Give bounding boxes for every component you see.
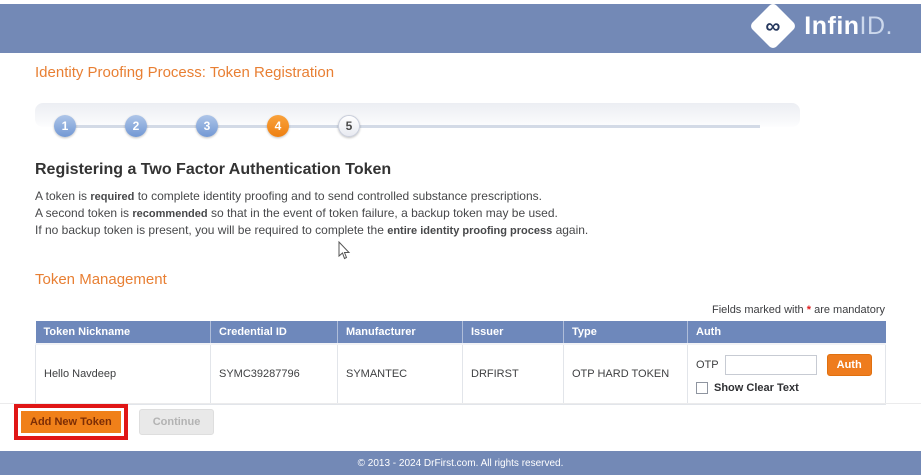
show-clear-text-checkbox[interactable] (696, 382, 708, 395)
stepper-track (35, 103, 800, 127)
step-2: 2 (125, 115, 147, 137)
header-bar: ∞ InfinID. (0, 1, 921, 53)
cell-credential-id: SYMC39287796 (210, 343, 338, 405)
cell-manufacturer: SYMANTEC (337, 343, 463, 405)
intro-line-3: If no backup token is present, you will … (35, 223, 589, 237)
section-heading: Registering a Two Factor Authentication … (35, 161, 392, 178)
col-header-credential-id: Credential ID (210, 321, 338, 344)
intro-line-1: A token is required to complete identity… (35, 189, 542, 203)
step-4-active: 4 (267, 115, 289, 137)
stepper-line (65, 125, 760, 128)
step-5: 5 (338, 115, 360, 137)
col-header-auth: Auth (687, 321, 886, 344)
logo-text-bold: Infin (804, 11, 860, 40)
red-highlight-annotation: Add New Token (14, 404, 128, 440)
logo-wordmark: InfinID. (804, 12, 893, 41)
intro-line-2: A second token is recommended so that in… (35, 206, 558, 220)
cell-auth: OTP Auth Show Clear Text (687, 343, 886, 405)
step-1: 1 (54, 115, 76, 137)
logo-text-light: ID. (859, 11, 893, 40)
otp-input[interactable] (724, 355, 817, 376)
continue-button[interactable]: Continue (138, 409, 215, 435)
col-header-issuer: Issuer (462, 321, 564, 344)
add-new-token-button[interactable]: Add New Token (19, 409, 123, 435)
col-header-type: Type (563, 321, 688, 344)
show-clear-text-label: Show Clear Text (714, 382, 799, 395)
footer-bar: © 2013 - 2024 DrFirst.com. All rights re… (0, 451, 921, 475)
auth-button[interactable]: Auth (826, 354, 872, 377)
col-header-token-nickname: Token Nickname (35, 321, 211, 344)
action-buttons: Add New Token Continue (14, 404, 215, 440)
copyright-text: © 2013 - 2024 DrFirst.com. All rights re… (357, 457, 564, 469)
infinid-logo: ∞ InfinID. (749, 1, 893, 51)
progress-stepper: 1 2 3 4 5 (35, 103, 800, 141)
infinity-logo-icon: ∞ (749, 1, 798, 51)
mouse-cursor (338, 241, 351, 260)
cell-issuer: DRFIRST (462, 343, 564, 405)
step-3: 3 (196, 115, 218, 137)
otp-label: OTP (696, 359, 719, 372)
col-header-manufacturer: Manufacturer (337, 321, 463, 344)
token-management-heading: Token Management (35, 271, 167, 288)
main-content: Identity Proofing Process: Token Registr… (35, 53, 886, 405)
cell-token-nickname: Hello Navdeep (35, 343, 211, 405)
cell-type: OTP HARD TOKEN (563, 343, 688, 405)
table-header-row: Token Nickname Credential ID Manufacture… (35, 321, 886, 344)
table-row: Hello Navdeep SYMC39287796 SYMANTEC DRFI… (35, 343, 886, 405)
mandatory-note: Fields marked with * are mandatory (711, 304, 885, 316)
page-title: Identity Proofing Process: Token Registr… (35, 64, 335, 81)
intro-text: A token is required to complete identity… (35, 188, 885, 239)
token-table: Token Nickname Credential ID Manufacture… (35, 321, 886, 405)
